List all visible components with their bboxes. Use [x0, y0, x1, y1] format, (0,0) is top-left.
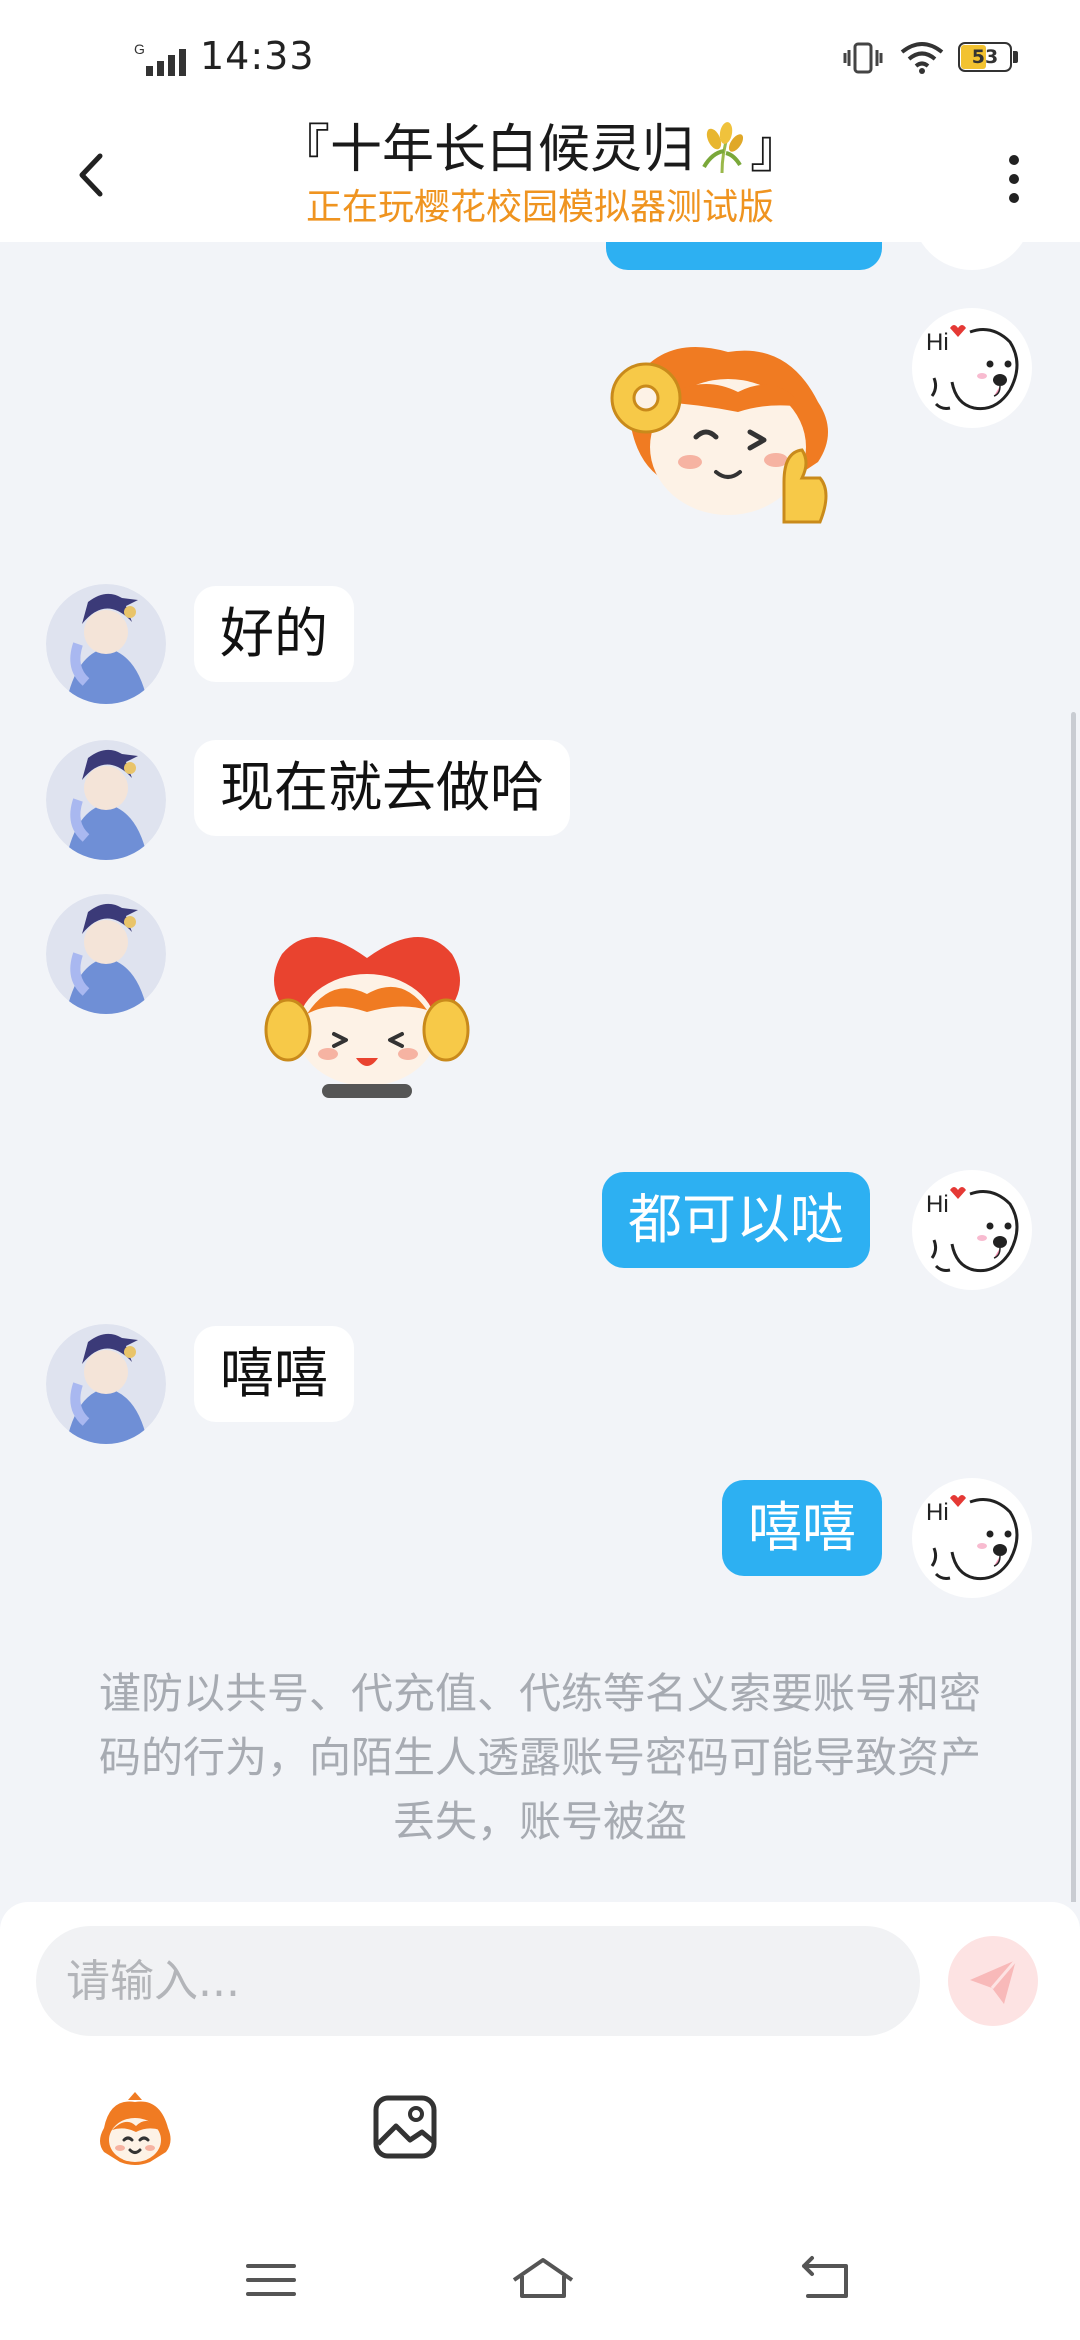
emoji-sticker-icon[interactable] — [90, 2088, 180, 2178]
message-bubble-partial[interactable] — [606, 242, 882, 270]
chat-header: 『十年长白候灵归 』 正在玩樱花校园模拟器测试版 — [0, 110, 1080, 242]
message-bubble[interactable]: 好的 — [194, 586, 354, 682]
back-arrow-icon[interactable] — [60, 140, 130, 210]
ok-thumbs-up-sticker[interactable] — [588, 332, 848, 542]
battery-percent: 53 — [971, 46, 999, 68]
message-bubble[interactable]: 嘻嘻 — [194, 1326, 354, 1422]
wheat-icon — [702, 122, 744, 174]
friend-avatar[interactable] — [46, 584, 166, 704]
safety-notice: 谨防以共号、代充值、代练等名义索要账号和密码的行为，向陌生人透露账号密码可能导致… — [98, 1669, 981, 1846]
more-dot-icon — [1009, 174, 1019, 184]
message-bubble[interactable]: 嘻嘻 — [722, 1480, 882, 1576]
system-navigation-bar — [0, 2230, 1080, 2340]
chat-title: 『十年长白候灵归 』 — [140, 114, 940, 186]
home-icon[interactable] — [504, 2250, 578, 2310]
menu-icon[interactable] — [236, 2250, 306, 2310]
friend-avatar[interactable] — [46, 740, 166, 860]
chat-title-text: 『十年长白候灵归 — [277, 120, 694, 180]
message-bubble[interactable]: 现在就去做哈 — [194, 740, 570, 836]
svg-text:G: G — [134, 41, 145, 57]
chat-subtitle: 正在玩樱花校园模拟器测试版 — [305, 187, 774, 228]
friend-avatar[interactable] — [46, 1324, 166, 1444]
more-options-button[interactable] — [994, 146, 1034, 216]
chat-title-suffix: 』 — [750, 120, 803, 180]
scrollbar[interactable] — [1071, 712, 1076, 1902]
message-bubble[interactable]: 都可以哒 — [602, 1172, 870, 1268]
send-button[interactable] — [948, 1936, 1038, 2026]
heart-hug-sticker[interactable] — [252, 918, 482, 1108]
image-icon[interactable] — [370, 2092, 440, 2162]
svg-text:Hi: Hi — [926, 329, 949, 356]
more-dot-icon — [1009, 155, 1019, 165]
message-input[interactable] — [36, 1926, 920, 2036]
my-avatar[interactable]: Hi — [912, 1170, 1032, 1290]
my-avatar[interactable]: Hi — [912, 1478, 1032, 1598]
status-time: 14:33 — [200, 34, 315, 78]
chat-area[interactable]: Hi 好的 现在就去做哈 都可以哒 Hi 嘻嘻 嘻嘻 Hi 谨防以共号、代充值、… — [0, 242, 1080, 1902]
svg-text:Hi: Hi — [926, 1191, 949, 1218]
wifi-icon — [900, 42, 944, 74]
more-dot-icon — [1009, 193, 1019, 203]
status-bar: G 14:33 53 — [0, 0, 1080, 110]
signal-icon: G — [134, 41, 186, 76]
battery-indicator: 53 — [958, 42, 1022, 74]
my-avatar[interactable] — [912, 242, 1032, 270]
vibrate-icon — [843, 42, 883, 74]
friend-avatar[interactable] — [46, 894, 166, 1014]
send-icon — [970, 1959, 1018, 2004]
svg-text:Hi: Hi — [926, 1499, 949, 1526]
my-avatar[interactable]: Hi — [912, 308, 1032, 428]
back-nav-icon[interactable] — [790, 2250, 860, 2310]
